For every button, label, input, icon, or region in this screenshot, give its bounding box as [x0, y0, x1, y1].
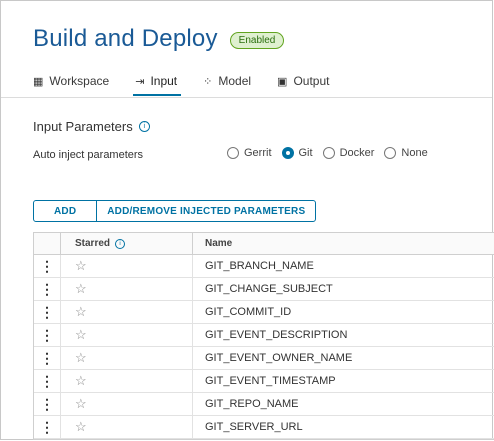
info-icon[interactable]: i	[138, 121, 150, 132]
tab-label: Input	[150, 74, 178, 88]
title-row: Build and Deploy Enabled	[33, 25, 285, 53]
add-remove-injected-button[interactable]: ADD/REMOVE INJECTED PARAMETERS	[96, 201, 315, 221]
table-row: ⋮ ☆ GIT_SERVER_URL	[34, 416, 494, 439]
tab-bar: ▦ Workspace ⇥ Input ⁘ Model ▣ Output	[33, 70, 355, 96]
tab-input[interactable]: ⇥ Input	[133, 70, 182, 96]
parameter-name: GIT_REPO_NAME	[205, 398, 299, 410]
header-starred[interactable]: Starred i	[61, 233, 193, 254]
star-icon[interactable]: ☆	[75, 281, 87, 297]
table-row: ⋮ ☆ GIT_BRANCH_NAME	[34, 255, 494, 278]
radio-label: None	[401, 147, 428, 159]
radio-circle	[384, 147, 397, 159]
parameter-name: GIT_EVENT_TIMESTAMP	[205, 375, 336, 387]
parameter-name: GIT_COMMIT_ID	[205, 306, 292, 318]
add-button[interactable]: ADD	[34, 201, 96, 221]
parameter-name: GIT_CHANGE_SUBJECT	[205, 283, 333, 295]
radio-label: Git	[298, 147, 313, 159]
parameter-name: GIT_EVENT_OWNER_NAME	[205, 352, 353, 364]
tab-workspace[interactable]: ▦ Workspace	[33, 70, 109, 92]
table-row: ⋮ ☆ GIT_COMMIT_ID	[34, 301, 494, 324]
model-icon: ⁘	[203, 75, 213, 88]
row-menu-icon[interactable]: ⋮	[40, 420, 54, 434]
radio-git[interactable]: Git	[281, 147, 313, 159]
table-row: ⋮ ☆ GIT_REPO_NAME	[34, 393, 494, 416]
row-menu-icon[interactable]: ⋮	[40, 351, 54, 365]
input-icon: ⇥	[135, 75, 145, 88]
parameter-name: GIT_EVENT_DESCRIPTION	[205, 329, 348, 341]
row-menu-icon[interactable]: ⋮	[40, 282, 54, 296]
page-title: Build and Deploy	[33, 25, 218, 52]
row-menu-icon[interactable]: ⋮	[40, 305, 54, 319]
star-icon[interactable]: ☆	[75, 373, 87, 389]
tab-output[interactable]: ▣ Output	[277, 70, 329, 92]
star-icon[interactable]: ☆	[75, 327, 87, 343]
row-menu-icon[interactable]: ⋮	[40, 397, 54, 411]
table-row: ⋮ ☆ GIT_EVENT_TIMESTAMP	[34, 370, 494, 393]
section-title: Input Parameters i	[33, 119, 150, 134]
radio-circle	[322, 147, 335, 159]
parameters-table: Starred i Name ⋮ ☆ GIT_BRANCH_NAME ⋮ ☆ G…	[33, 232, 494, 440]
header-actions-cell	[34, 233, 61, 254]
auto-inject-radio-group: Gerrit Git Docker None	[227, 147, 438, 159]
tab-label: Output	[293, 74, 330, 88]
auto-inject-label: Auto inject parameters	[33, 149, 144, 161]
star-icon[interactable]: ☆	[75, 396, 87, 412]
tab-model[interactable]: ⁘ Model	[203, 70, 251, 92]
table-header: Starred i Name	[34, 233, 494, 255]
app-frame: Build and Deploy Enabled ▦ Workspace ⇥ I…	[0, 0, 494, 440]
radio-none[interactable]: None	[384, 147, 428, 159]
radio-circle	[227, 147, 239, 159]
header-name[interactable]: Name	[193, 233, 494, 254]
parameter-name: GIT_SERVER_URL	[205, 421, 303, 433]
radio-label: Gerrit	[244, 147, 272, 159]
info-icon[interactable]: i	[115, 238, 126, 249]
star-icon[interactable]: ☆	[75, 304, 87, 320]
radio-label: Docker	[339, 147, 375, 159]
star-icon[interactable]: ☆	[75, 350, 87, 366]
row-menu-icon[interactable]: ⋮	[40, 328, 54, 342]
tab-label: Workspace	[49, 74, 110, 88]
radio-gerrit[interactable]: Gerrit	[227, 147, 272, 159]
table-row: ⋮ ☆ GIT_EVENT_OWNER_NAME	[34, 347, 494, 370]
status-badge: Enabled	[229, 32, 285, 49]
row-menu-icon[interactable]: ⋮	[40, 374, 54, 388]
workspace-icon: ▦	[33, 75, 44, 88]
row-menu-icon[interactable]: ⋮	[40, 259, 54, 273]
tab-divider	[1, 97, 492, 98]
star-icon[interactable]: ☆	[75, 258, 87, 274]
star-icon[interactable]: ☆	[75, 419, 87, 435]
header-label: Starred	[75, 238, 111, 249]
radio-docker[interactable]: Docker	[322, 147, 375, 159]
table-row: ⋮ ☆ GIT_CHANGE_SUBJECT	[34, 278, 494, 301]
radio-circle	[281, 147, 294, 159]
parameter-button-group: ADD ADD/REMOVE INJECTED PARAMETERS	[33, 200, 317, 222]
section-title-text: Input Parameters	[33, 119, 133, 134]
parameter-name: GIT_BRANCH_NAME	[205, 260, 314, 272]
tab-label: Model	[218, 74, 252, 88]
output-icon: ▣	[277, 75, 288, 88]
table-row: ⋮ ☆ GIT_EVENT_DESCRIPTION	[34, 324, 494, 347]
